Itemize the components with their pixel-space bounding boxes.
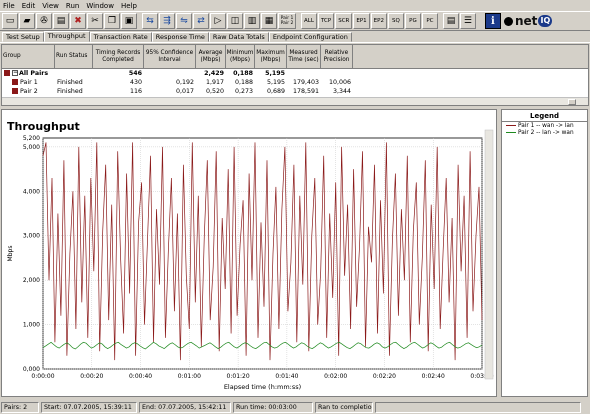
throughput-chart: 0,000 1,000 2,000 3,000 4,000 5,000 5,200 0:00:…	[7, 129, 494, 391]
legend-entry[interactable]: Pair 2 -- lan -> wan	[502, 129, 587, 136]
status-pairs: Pairs: 2	[1, 401, 39, 413]
legend-title: Legend	[502, 112, 587, 122]
x-tick-label: 0:01:20	[227, 373, 250, 380]
status-start: Start: 07.07.2005, 15:39:11	[41, 401, 137, 413]
y-axis-label: Mbps	[7, 246, 14, 262]
legend-label: Pair 1 -- wan -> lan	[518, 122, 574, 129]
y-tick-label: 4,000	[23, 188, 40, 195]
logo-iq: IQ	[538, 15, 553, 27]
y-tick-label: 3,000	[23, 233, 40, 240]
legend-panel: Legend Pair 1 -- wan -> lan Pair 2 -- la…	[501, 109, 588, 397]
x-tick-label: 0:02:00	[324, 373, 347, 380]
status-bar: Pairs: 2 Start: 07.07.2005, 15:39:11 End…	[0, 400, 590, 414]
y-tick-label: 5,200	[23, 135, 40, 142]
x-axis-label: Elapsed time (h:mm:ss)	[224, 383, 301, 391]
legend-swatch-pair2	[506, 132, 516, 133]
status-end: End: 07.07.2005, 15:42:11	[139, 401, 231, 413]
x-tick-label: 0:01:40	[275, 373, 298, 380]
legend-entry[interactable]: Pair 1 -- wan -> lan	[502, 122, 587, 129]
x-tick-label: 0:01:00	[178, 373, 201, 380]
x-tick-label: 0:00:40	[129, 373, 152, 380]
y-tick-label: 1,000	[23, 322, 40, 329]
logo-text: net	[514, 14, 538, 28]
status-run-time: Run time: 00:03:00	[233, 401, 313, 413]
legend-swatch-pair1	[506, 125, 516, 126]
status-completion: Ran to completion	[315, 401, 373, 413]
logo-dot-icon	[503, 16, 513, 26]
scrollbar-thumb[interactable]	[568, 99, 576, 105]
y-tick-label: 5,000	[23, 144, 40, 151]
chart-scrollbar	[484, 129, 494, 380]
x-tick-label: 0:02:20	[373, 373, 396, 380]
y-tick-label: 2,000	[23, 277, 40, 284]
x-tick-label: 0:00:20	[80, 373, 103, 380]
x-tick-label: 0:02:40	[422, 373, 445, 380]
y-tick-label: 0,000	[23, 366, 40, 373]
legend-label: Pair 2 -- lan -> wan	[518, 129, 574, 136]
x-tick-label: 0:00:00	[31, 373, 54, 380]
plot-area	[42, 137, 483, 370]
